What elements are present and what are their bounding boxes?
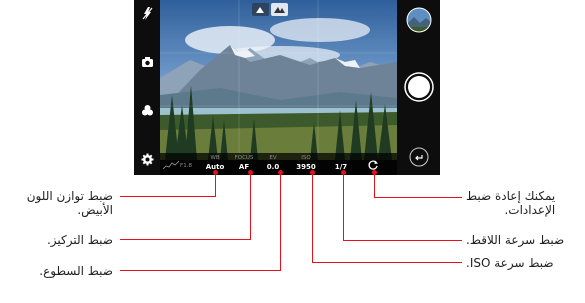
- left-control-bar: [134, 0, 160, 175]
- iso-callout-line: [312, 262, 462, 263]
- iso-callout-dot: [310, 170, 315, 175]
- focus-value[interactable]: AF: [239, 163, 249, 171]
- focus-callout-dot: [248, 170, 253, 175]
- focus-label: FOCUS: [234, 155, 254, 161]
- ev-callout-line: [120, 270, 281, 271]
- focus-caption: ضبط التركيز.: [46, 233, 113, 247]
- focus-callout-line: [250, 172, 251, 239]
- wb-caption: ضبط توازن اللون الأبيض.: [26, 189, 113, 217]
- flash-off-icon[interactable]: [141, 6, 154, 21]
- back-icon[interactable]: [409, 147, 429, 167]
- shutter-callout-line: [343, 172, 344, 240]
- shutter-caption: ضبط سرعة اللاقط.: [466, 233, 565, 247]
- landscape-icon: [256, 7, 264, 13]
- iso-caption: ضبط سرعة ISO.: [466, 256, 554, 270]
- shutter-button[interactable]: [404, 72, 434, 102]
- reset-callout-line: [374, 197, 462, 198]
- wb-callout-dot: [213, 170, 218, 175]
- camera-mode-icon[interactable]: [141, 56, 154, 68]
- wb-label: WB: [210, 155, 220, 161]
- ev-caption: ضبط السطوع.: [39, 264, 113, 278]
- gallery-thumbnail[interactable]: [406, 7, 432, 33]
- effects-icon[interactable]: [141, 104, 154, 117]
- iso-label: ISO: [301, 155, 311, 161]
- ev-callout-line: [280, 172, 281, 270]
- reset-callout-dot: [372, 170, 377, 175]
- histogram-icon: [163, 160, 179, 169]
- reset-caption: يمكنك إعادة ضبط الإعدادات.: [466, 189, 556, 217]
- shutter-callout-line: [343, 240, 462, 241]
- iso-callout-line: [312, 172, 313, 262]
- reset-callout-line: [374, 172, 375, 197]
- ev-label: EV: [269, 155, 277, 161]
- ev-value[interactable]: 0.0: [267, 163, 279, 171]
- manual-mode-button[interactable]: [271, 3, 288, 16]
- histogram-label: F1.8: [180, 163, 192, 169]
- settings-icon[interactable]: [141, 153, 154, 166]
- ev-callout-dot: [278, 170, 283, 175]
- wb-callout-line: [215, 172, 216, 196]
- wb-callout-line: [120, 196, 216, 197]
- view-mode-button[interactable]: [252, 3, 269, 16]
- mountains-icon: [274, 7, 285, 13]
- landscape-preview: [160, 0, 397, 160]
- shutter-callout-dot: [341, 170, 346, 175]
- focus-callout-line: [120, 239, 251, 240]
- viewfinder[interactable]: [160, 0, 397, 160]
